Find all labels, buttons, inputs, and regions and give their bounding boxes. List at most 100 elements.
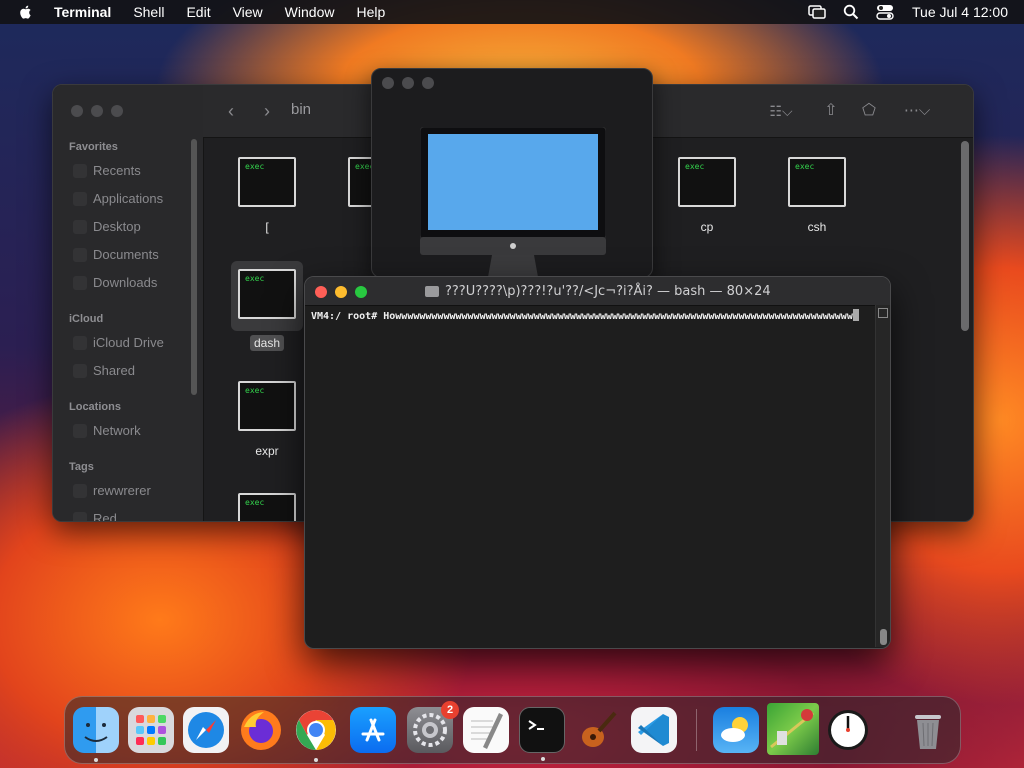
menu-window[interactable]: Window bbox=[285, 4, 335, 20]
desktop-icon bbox=[73, 219, 87, 234]
terminal-scroll-thumb[interactable] bbox=[880, 629, 887, 645]
sidebar-item-tag-rewwrerer[interactable]: rewwrerer bbox=[73, 483, 151, 498]
file-item[interactable]: exec expr bbox=[227, 381, 307, 460]
share-icon[interactable]: ⇧ bbox=[821, 101, 841, 121]
trash-icon bbox=[915, 715, 941, 749]
terminal-titlebar[interactable]: ???U????\p)???!?u'??/<Jc¬?i?Åi? — bash —… bbox=[305, 277, 890, 306]
file-item[interactable]: exec bbox=[227, 493, 307, 521]
control-center-icon[interactable] bbox=[876, 3, 894, 21]
menu-help[interactable]: Help bbox=[356, 4, 385, 20]
file-name: expr bbox=[255, 444, 279, 458]
textedit-icon bbox=[471, 713, 503, 749]
close-button[interactable] bbox=[71, 105, 83, 117]
terminal-icon bbox=[528, 720, 544, 730]
file-item[interactable]: exec [ bbox=[227, 157, 307, 236]
screen-mirroring-icon[interactable] bbox=[808, 3, 826, 21]
terminal-scrollbar[interactable] bbox=[875, 305, 890, 647]
text-cursor bbox=[852, 309, 859, 321]
dock-system-settings[interactable]: 2 bbox=[407, 701, 459, 753]
sidebar-item-desktop[interactable]: Desktop bbox=[73, 219, 141, 234]
minimize-button[interactable] bbox=[402, 77, 414, 89]
sidebar-item-shared[interactable]: Shared bbox=[73, 363, 135, 378]
scroll-split-icon[interactable] bbox=[878, 308, 888, 318]
forward-icon[interactable]: › bbox=[257, 101, 277, 121]
exec-file-icon: exec bbox=[238, 269, 296, 319]
exec-file-icon: exec bbox=[788, 157, 846, 207]
file-name: csh bbox=[807, 220, 827, 234]
sidebar-item-label: iCloud Drive bbox=[93, 335, 164, 350]
file-name: [ bbox=[265, 220, 269, 234]
selection-highlight: exec bbox=[231, 261, 303, 331]
exec-label: exec bbox=[245, 498, 265, 507]
spotlight-search-icon[interactable] bbox=[842, 3, 860, 21]
terminal-output[interactable]: VM4:/ root# Howwwwwwwwwwwwwwwwwwwwwwwwww… bbox=[311, 309, 871, 323]
exec-file-icon: exec bbox=[678, 157, 736, 207]
menu-app-name[interactable]: Terminal bbox=[54, 4, 111, 20]
firefox-icon bbox=[241, 710, 281, 750]
menu-edit[interactable]: Edit bbox=[186, 4, 210, 20]
close-button[interactable] bbox=[382, 77, 394, 89]
apple-menu-icon[interactable] bbox=[18, 4, 34, 20]
sidebar-item-network[interactable]: Network bbox=[73, 423, 141, 438]
finder-scrollbar[interactable] bbox=[961, 141, 969, 331]
sidebar-item-documents[interactable]: Documents bbox=[73, 247, 159, 262]
dock-garageband[interactable] bbox=[575, 707, 621, 753]
dock: 2 bbox=[64, 696, 961, 764]
clock-icon bbox=[73, 163, 87, 178]
dock-launchpad[interactable] bbox=[128, 707, 174, 753]
dock-chrome[interactable] bbox=[293, 707, 339, 762]
dock-clock[interactable] bbox=[825, 707, 871, 753]
menu-clock[interactable]: Tue Jul 4 12:00 bbox=[912, 4, 1008, 20]
notification-badge: 2 bbox=[441, 701, 459, 719]
menu-bar: Terminal Shell Edit View Window Help Tue… bbox=[0, 0, 1024, 24]
exec-label: exec bbox=[245, 386, 265, 395]
close-button[interactable] bbox=[315, 286, 327, 298]
back-icon[interactable]: ‹ bbox=[221, 101, 241, 121]
app-store-icon bbox=[361, 718, 385, 742]
shared-folder-icon bbox=[73, 363, 87, 378]
finder-sidebar: Favorites Recents Applications Desktop D… bbox=[53, 85, 204, 521]
sidebar-item-downloads[interactable]: Downloads bbox=[73, 275, 157, 290]
tag-icon[interactable]: ⬠ bbox=[859, 101, 879, 121]
dock-trash[interactable] bbox=[905, 707, 951, 753]
more-actions-icon[interactable]: ⋯⌵ bbox=[899, 101, 935, 121]
dock-terminal[interactable] bbox=[519, 707, 565, 761]
sidebar-item-label: Shared bbox=[93, 363, 135, 378]
tag-icon bbox=[73, 483, 87, 498]
sidebar-item-icloud-drive[interactable]: iCloud Drive bbox=[73, 335, 164, 350]
file-name: cp bbox=[700, 220, 714, 234]
vscode-icon bbox=[638, 714, 669, 746]
minimize-button[interactable] bbox=[91, 105, 103, 117]
dock-game[interactable] bbox=[767, 703, 819, 755]
menu-view[interactable]: View bbox=[233, 4, 263, 20]
sidebar-item-recents[interactable]: Recents bbox=[73, 163, 141, 178]
terminal-title-text: ???U????\p)???!?u'??/<Jc¬?i?Åi? — bash —… bbox=[445, 284, 771, 299]
dock-finder[interactable] bbox=[73, 707, 119, 762]
dock-textedit[interactable] bbox=[463, 707, 509, 753]
view-options-icon[interactable]: ☷⌵ bbox=[763, 101, 799, 121]
minimize-button[interactable] bbox=[335, 286, 347, 298]
guitar-icon bbox=[582, 711, 617, 747]
zoom-button[interactable] bbox=[422, 77, 434, 89]
sidebar-item-applications[interactable]: Applications bbox=[73, 191, 163, 206]
file-item-selected[interactable]: exec dash bbox=[227, 261, 307, 352]
zoom-button[interactable] bbox=[355, 286, 367, 298]
window-controls bbox=[315, 286, 367, 298]
sidebar-item-label: Network bbox=[93, 423, 141, 438]
sidebar-scrollbar[interactable] bbox=[191, 139, 197, 395]
file-name: dash bbox=[249, 335, 285, 351]
dock-separator bbox=[696, 709, 697, 751]
dock-vscode[interactable] bbox=[631, 707, 677, 753]
file-item[interactable]: exec csh bbox=[777, 157, 857, 236]
file-item[interactable]: exec cp bbox=[667, 157, 747, 236]
sidebar-item-tag-red[interactable]: Red bbox=[73, 511, 117, 521]
dock-weather[interactable] bbox=[713, 707, 759, 753]
zoom-button[interactable] bbox=[111, 105, 123, 117]
dock-safari[interactable] bbox=[183, 707, 229, 753]
game-icon bbox=[770, 709, 814, 749]
dock-firefox[interactable] bbox=[238, 707, 284, 753]
terminal-title: ???U????\p)???!?u'??/<Jc¬?i?Åi? — bash —… bbox=[425, 284, 875, 299]
sidebar-item-label: Downloads bbox=[93, 275, 158, 290]
dock-app-store[interactable] bbox=[350, 707, 396, 753]
menu-shell[interactable]: Shell bbox=[133, 4, 164, 20]
